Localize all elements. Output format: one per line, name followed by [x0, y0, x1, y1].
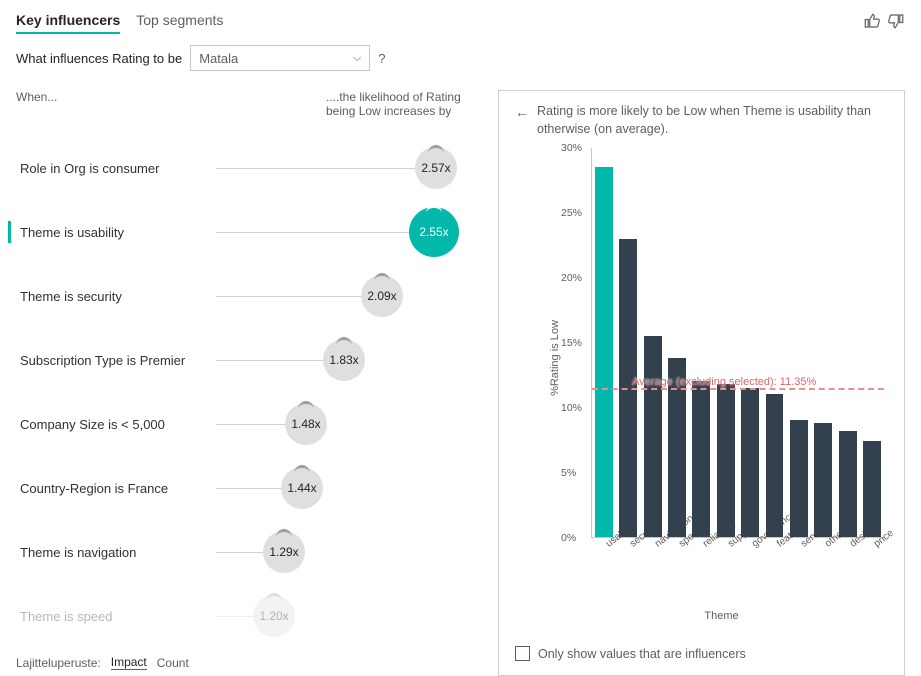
tab-key-influencers[interactable]: Key influencers	[16, 12, 120, 34]
thumbs-up-icon[interactable]	[863, 12, 881, 35]
average-label: Average (excluding selected): 11.35%	[632, 376, 816, 388]
chart-area: %Rating is Low 0%5%10%15%20%25%30% usabi…	[543, 148, 888, 568]
influencer-label: Theme is usability	[16, 225, 124, 240]
sort-row: Lajitteluperuste: Impact Count	[16, 655, 189, 670]
chart-pane: ← Rating is more likely to be Low when T…	[498, 90, 905, 676]
bar-governance[interactable]: governance	[741, 388, 759, 537]
sort-count[interactable]: Count	[157, 656, 189, 670]
y-axis-label: %Rating is Low	[549, 320, 561, 396]
influencer-filter-checkbox[interactable]: Only show values that are influencers	[515, 646, 888, 661]
thumbs-down-icon[interactable]	[887, 12, 905, 35]
bar-price[interactable]: price	[863, 441, 881, 537]
y-tick: 0%	[561, 532, 576, 544]
tabs: Key influencers Top segments	[16, 12, 223, 34]
bar-features[interactable]: features	[766, 394, 784, 537]
influencer-bubble: 1.44x	[281, 467, 323, 509]
question-prefix: What influences Rating to be	[16, 51, 182, 66]
back-arrow-icon[interactable]: ←	[515, 103, 529, 123]
question-row: What influences Rating to be Matala ⌵ ?	[16, 45, 905, 71]
influencer-bubble: 2.57x	[415, 147, 457, 189]
rating-dropdown[interactable]: Matala ⌵	[190, 45, 370, 71]
y-tick: 20%	[561, 272, 582, 284]
col-likelihood: ....the likelihood of Rating being Low i…	[326, 90, 486, 118]
average-line	[592, 388, 884, 390]
influencer-row[interactable]: Role in Org is consumer 2.57x	[16, 136, 486, 200]
influencer-row[interactable]: Theme is usability 2.55x	[16, 200, 486, 264]
checkbox-label: Only show values that are influencers	[538, 647, 746, 661]
influencer-label: Subscription Type is Premier	[16, 353, 185, 368]
influencer-label: Theme is navigation	[16, 545, 136, 560]
y-tick: 15%	[561, 337, 582, 349]
bar-navigation[interactable]: navigation	[644, 336, 662, 537]
chart-description: Rating is more likely to be Low when The…	[537, 103, 888, 138]
bar-design[interactable]: design	[839, 431, 857, 537]
checkbox-icon	[515, 646, 530, 661]
y-tick: 25%	[561, 207, 582, 219]
influencer-row[interactable]: Company Size is < 5,000 1.48x	[16, 392, 486, 456]
influencer-row[interactable]: Theme is navigation 1.29x	[16, 520, 486, 584]
chevron-down-icon: ⌵	[353, 52, 361, 65]
influencer-row[interactable]: Country-Region is France 1.44x	[16, 456, 486, 520]
help-icon[interactable]: ?	[378, 51, 385, 66]
x-tick: price	[872, 528, 896, 550]
influencer-label: Theme is security	[16, 289, 122, 304]
influencer-pane: When... ....the likelihood of Rating bei…	[16, 90, 486, 676]
influencer-row[interactable]: Theme is speed 1.20x	[16, 584, 486, 648]
influencer-bubble: 2.55x	[409, 207, 459, 257]
influencer-bubble: 1.83x	[323, 339, 365, 381]
influencer-label: Theme is speed	[16, 609, 113, 624]
influencer-bubble: 1.29x	[263, 531, 305, 573]
bar-support[interactable]: support	[717, 384, 735, 537]
bar-reliability[interactable]: reliability	[692, 381, 710, 537]
col-when: When...	[16, 90, 57, 118]
tab-top-segments[interactable]: Top segments	[136, 12, 223, 34]
influencer-row[interactable]: Theme is security 2.09x	[16, 264, 486, 328]
influencer-bubble: 1.48x	[285, 403, 327, 445]
influencer-row[interactable]: Subscription Type is Premier 1.83x	[16, 328, 486, 392]
bar-usability[interactable]: usability	[595, 167, 613, 537]
dropdown-value: Matala	[199, 51, 238, 66]
x-axis-label: Theme	[555, 610, 888, 622]
influencer-bubble: 2.09x	[361, 275, 403, 317]
influencer-bubble: 1.20x	[253, 595, 295, 637]
y-tick: 5%	[561, 467, 576, 479]
influencer-label: Company Size is < 5,000	[16, 417, 165, 432]
y-tick: 30%	[561, 142, 582, 154]
sort-label: Lajitteluperuste:	[16, 656, 101, 670]
sort-impact[interactable]: Impact	[111, 655, 147, 670]
influencer-label: Country-Region is France	[16, 481, 168, 496]
y-tick: 10%	[561, 402, 582, 414]
bar-services[interactable]: services	[790, 420, 808, 537]
bar-other[interactable]: other	[814, 423, 832, 537]
influencer-label: Role in Org is consumer	[16, 161, 159, 176]
